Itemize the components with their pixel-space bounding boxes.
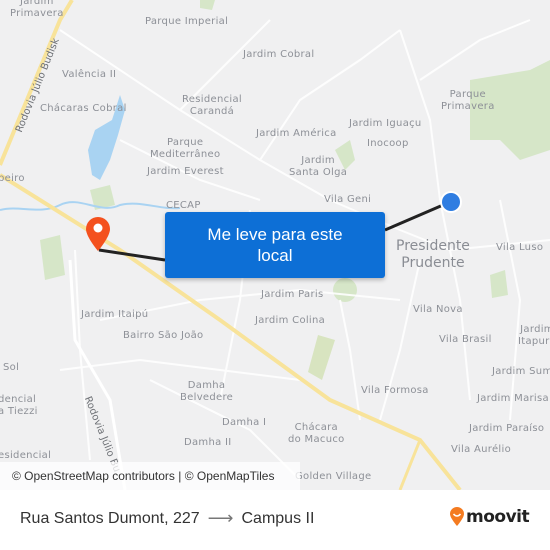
neighborhood-label: Sol — [3, 362, 20, 373]
neighborhood-label: Vila Aurélio — [451, 444, 511, 455]
park-area — [490, 270, 508, 298]
neighborhood-label: Jardim Primavera — [10, 0, 64, 19]
neighborhood-label: dencial a Tiezzi — [0, 394, 38, 417]
neighborhood-label: Jardim Marisa — [477, 393, 549, 404]
neighborhood-label: Residencial Carandá — [182, 94, 242, 117]
neighborhood-label: Parque Primavera — [441, 89, 495, 112]
park-area — [308, 335, 335, 380]
neighborhood-label: Chácaras Cobral — [40, 103, 127, 114]
park-area — [40, 235, 65, 280]
neighborhood-label: Jardim Sum — [492, 366, 550, 377]
neighborhood-label: Damha Belvedere — [180, 380, 234, 403]
take-me-there-label: Me leve para este local — [207, 225, 343, 265]
park-area — [333, 278, 357, 302]
neighborhood-label: Vila Geni — [324, 194, 372, 205]
neighborhood-label: Vila Luso — [496, 242, 544, 253]
neighborhood-label: Parque Imperial — [145, 16, 229, 27]
neighborhood-label: CECAP — [166, 200, 201, 211]
city-label: Presidente Prudente — [396, 238, 470, 271]
neighborhood-label: Jardim América — [256, 128, 337, 139]
neighborhood-label: Inocoop — [367, 138, 409, 149]
neighborhood-label: Valência II — [62, 69, 117, 80]
neighborhood-label: Parque Mediterrâneo — [150, 137, 221, 160]
neighborhood-label: esidencial — [0, 450, 52, 461]
neighborhood-label: Jardim Colina — [255, 315, 326, 326]
moovit-logo: moovit — [449, 507, 530, 527]
route-summary: Rua Santos Dumont, 227 ⟶ Campus II — [20, 508, 314, 529]
origin-dot-icon[interactable] — [439, 190, 463, 214]
route-footer: Rua Santos Dumont, 227 ⟶ Campus II moovi… — [0, 490, 550, 550]
park-area — [200, 0, 215, 10]
neighborhood-label: beiro — [0, 173, 25, 184]
map-view[interactable]: Jardim Primavera Parque Imperial Jardim C… — [0, 0, 550, 490]
neighborhood-label: Bairro São João — [123, 330, 204, 341]
take-me-there-button[interactable]: Me leve para este local — [165, 212, 385, 278]
origin-name: Rua Santos Dumont, 227 — [20, 509, 200, 527]
map-attribution: © OpenStreetMap contributors | © OpenMap… — [0, 462, 300, 490]
neighborhood-label: Damha II — [184, 437, 232, 448]
moovit-pin-icon — [450, 507, 464, 526]
neighborhood-label: JardimItapura — [518, 324, 550, 347]
neighborhood-label: Jardim Santa Olga — [289, 155, 348, 178]
neighborhood-label: Jardim Paraíso — [469, 423, 545, 434]
neighborhood-label: Jardim Iguaçu — [349, 118, 422, 129]
neighborhood-label: Jardim Itaipú — [81, 309, 149, 320]
highway — [398, 439, 422, 490]
neighborhood-label: Damha I — [222, 417, 267, 428]
arrow-right-icon: ⟶ — [207, 508, 234, 528]
neighborhood-label: Golden Village — [295, 471, 372, 482]
neighborhood-label: Chácara do Macuco — [288, 422, 345, 445]
destination-name: Campus II — [241, 509, 315, 527]
river — [0, 201, 181, 211]
neighborhood-label: Jardim Everest — [147, 166, 224, 177]
neighborhood-label: Vila Nova — [413, 304, 463, 315]
neighborhood-label: Vila Brasil — [439, 334, 492, 345]
neighborhood-label: Jardim Cobral — [243, 49, 315, 60]
neighborhood-label: Vila Formosa — [361, 385, 429, 396]
neighborhood-label: Jardim Paris — [261, 289, 324, 300]
moovit-wordmark: moovit — [466, 507, 530, 527]
destination-pin-icon[interactable] — [84, 216, 112, 252]
